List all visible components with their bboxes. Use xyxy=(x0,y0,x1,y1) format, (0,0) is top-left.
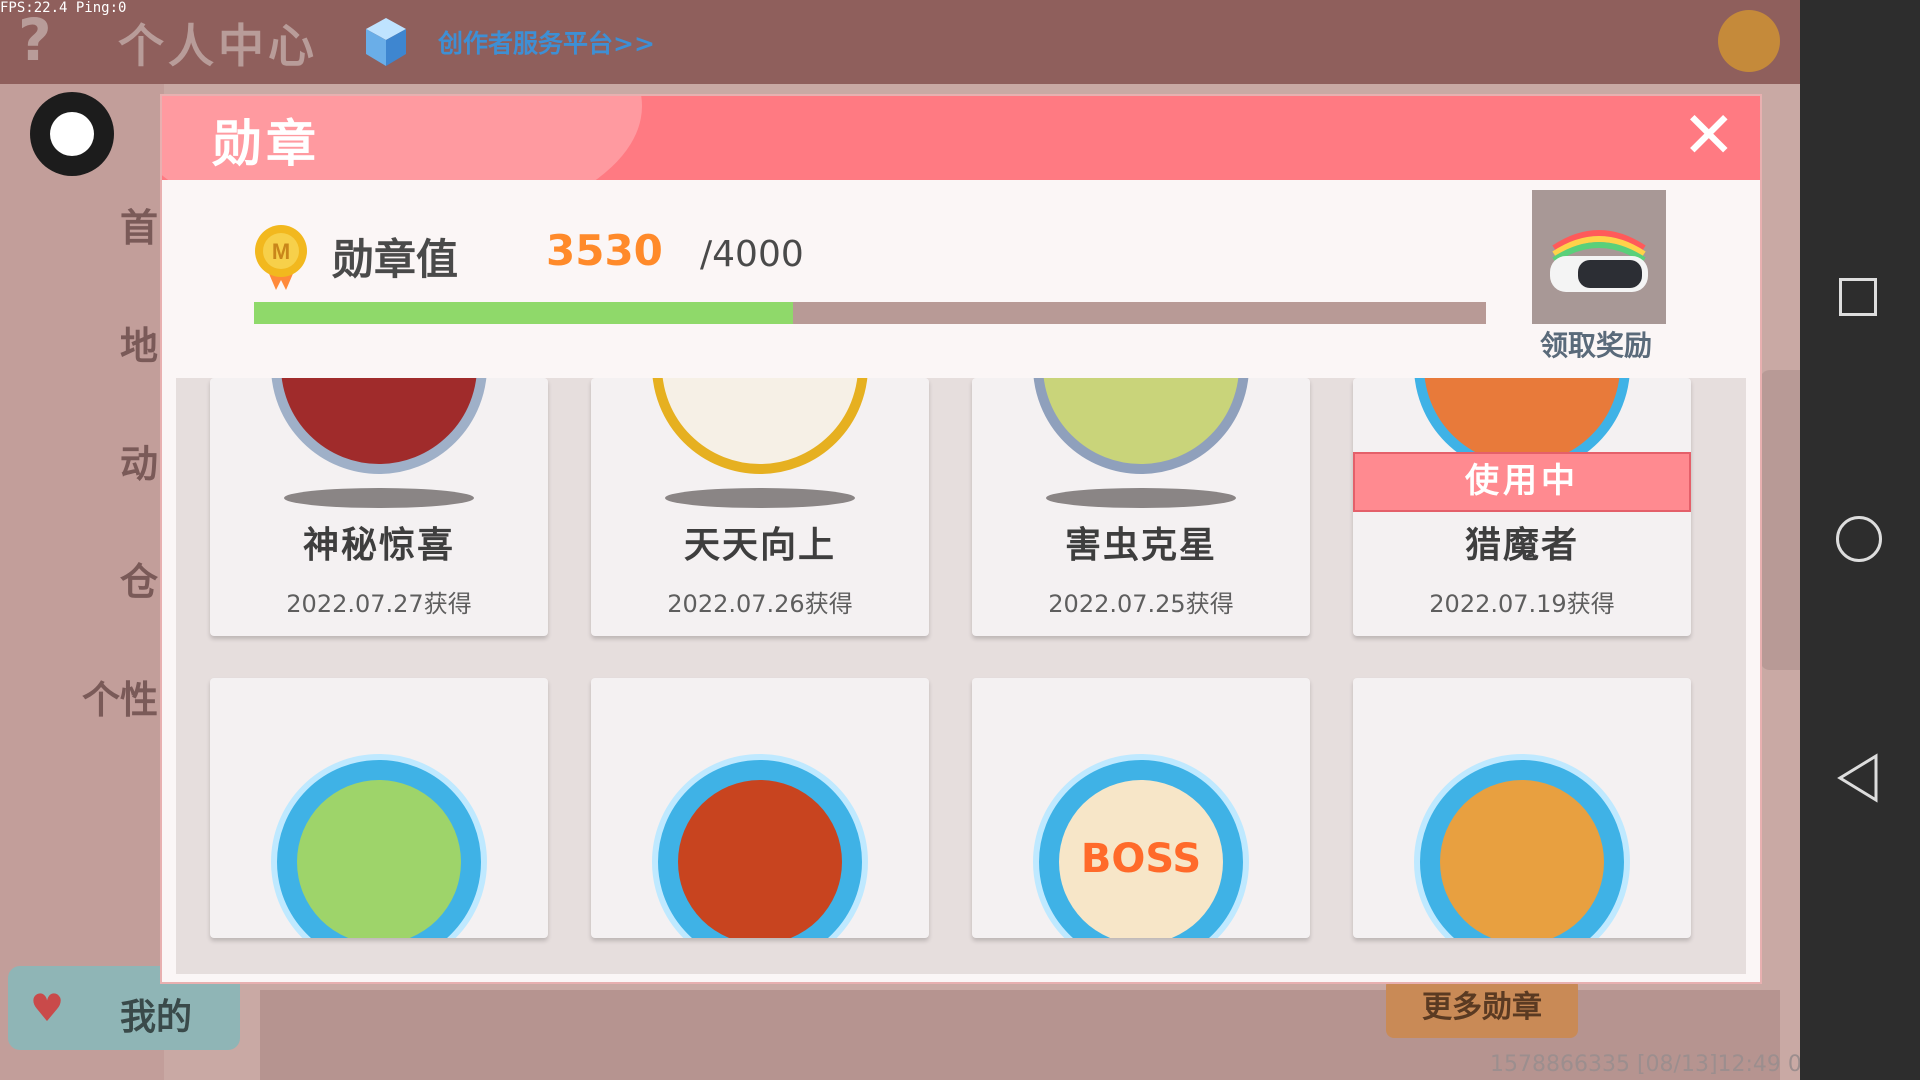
sidebar-item-home[interactable]: 首 xyxy=(0,178,164,278)
badge-medal-locked xyxy=(271,754,487,938)
goggles-icon xyxy=(1550,230,1648,292)
badge-date: 2022.07.26获得 xyxy=(667,590,853,618)
badge-card[interactable]: 神秘惊喜 2022.07.27获得 xyxy=(210,378,548,636)
recents-icon[interactable] xyxy=(1839,278,1877,316)
sidebar-item-activity[interactable]: 动 xyxy=(0,414,164,514)
badge-medal-pest xyxy=(1033,378,1249,474)
badge-card[interactable]: BOSS xyxy=(972,678,1310,938)
badge-progress-bar xyxy=(254,302,1486,324)
campfire-icon xyxy=(678,780,842,938)
boss-icon: BOSS xyxy=(1059,780,1223,938)
heart-icon: ♥ xyxy=(30,986,65,1030)
mine-label: 我的 xyxy=(120,997,193,1038)
badge-card[interactable]: 害虫克星 2022.07.25获得 xyxy=(972,378,1310,636)
badge-modal: 勋章 ✕ M 勋章值 3530 /4000 领取奖励 神秘惊喜 2022.07.… xyxy=(160,94,1762,984)
treasure-chest-icon xyxy=(1440,780,1604,938)
gear-icon[interactable] xyxy=(1718,10,1780,72)
svg-text:M: M xyxy=(272,239,290,264)
badge-medal-locked xyxy=(1414,754,1630,938)
badge-value-max: /4000 xyxy=(700,234,804,275)
help-icon[interactable]: ? xyxy=(18,6,52,74)
modal-title: 勋章 xyxy=(212,115,320,173)
badge-value-label: 勋章值 xyxy=(332,235,459,284)
reward-item[interactable] xyxy=(1532,190,1666,324)
badge-card[interactable]: 天天向上 2022.07.26获得 xyxy=(591,378,929,636)
boss-text: BOSS xyxy=(1080,836,1202,882)
badge-grid: 神秘惊喜 2022.07.27获得 天天向上 2022.07.26获得 害虫克星… xyxy=(176,378,1746,974)
medal-shadow xyxy=(665,488,855,508)
badge-medal-locked: BOSS xyxy=(1033,754,1249,938)
avatar-dot xyxy=(50,112,94,156)
badge-date: 2022.07.25获得 xyxy=(1048,590,1234,618)
sidebar-item-storage[interactable]: 仓 xyxy=(0,532,164,632)
badge-progress-fill xyxy=(254,302,793,324)
home-icon[interactable] xyxy=(1836,516,1882,562)
sidebar-item-personal[interactable]: 个性 xyxy=(0,650,164,750)
badge-card[interactable]: 使用中 猎魔者 2022.07.19获得 xyxy=(1353,378,1691,636)
medal-shadow xyxy=(1046,488,1236,508)
badge-card[interactable] xyxy=(1353,678,1691,938)
more-badges-button[interactable]: 更多勋章 xyxy=(1386,978,1578,1038)
modal-header: 勋章 ✕ xyxy=(162,96,1760,180)
close-icon[interactable]: ✕ xyxy=(1682,100,1736,172)
badge-date: 2022.07.27获得 xyxy=(286,590,472,618)
cube-icon xyxy=(366,18,406,66)
badge-name: 神秘惊喜 xyxy=(302,525,455,566)
badge-date: 2022.07.19获得 xyxy=(1429,590,1615,618)
badge-card[interactable] xyxy=(210,678,548,938)
badge-name: 害虫克星 xyxy=(1064,525,1217,566)
page-title: 个人中心 xyxy=(118,19,318,73)
claim-reward-label[interactable]: 领取奖励 xyxy=(1540,324,1652,364)
back-icon[interactable] xyxy=(1836,752,1880,804)
medal-shadow xyxy=(284,488,474,508)
badge-value-current: 3530 xyxy=(546,226,663,275)
badge-medal-mystery xyxy=(271,378,487,474)
creator-platform-link[interactable]: 创作者服务平台>> xyxy=(438,24,655,60)
dancing-pets-icon xyxy=(297,780,461,938)
badge-card[interactable] xyxy=(591,678,929,938)
badge-medal-daily xyxy=(652,378,868,474)
badge-name: 天天向上 xyxy=(683,525,836,566)
sidebar-item-map[interactable]: 地 xyxy=(0,296,164,396)
medal-icon: M xyxy=(255,225,307,290)
badge-medal-locked xyxy=(652,754,868,938)
in-use-tag: 使用中 xyxy=(1353,452,1691,512)
badge-name: 猎魔者 xyxy=(1464,525,1579,566)
